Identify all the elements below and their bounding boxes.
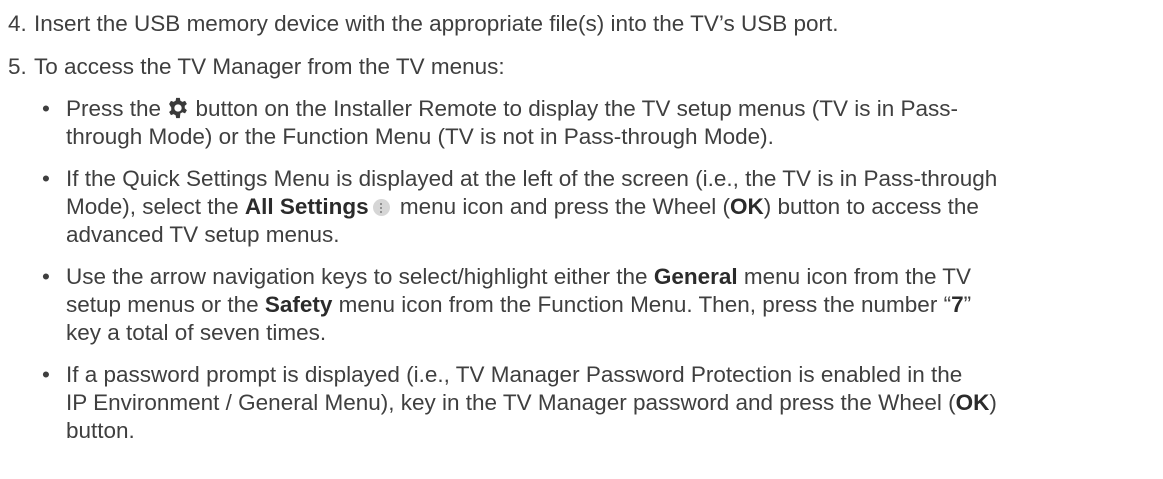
bullet-marker: • <box>42 166 50 191</box>
bullet-line: Mode), select the All Settings menu icon… <box>66 193 979 221</box>
ok-label: OK <box>955 390 990 415</box>
bullet-line: Use the arrow navigation keys to select/… <box>66 263 971 291</box>
bullet-marker: • <box>42 96 50 121</box>
step-text: To access the TV Manager from the TV men… <box>34 54 505 79</box>
step-number: 4. <box>8 11 27 36</box>
text-run: setup menus or the <box>66 292 265 317</box>
text-run: Mode), select the <box>66 194 245 219</box>
bullet-line: If a password prompt is displayed (i.e.,… <box>66 362 963 387</box>
bullet-marker: • <box>42 264 50 289</box>
step-text: Insert the USB memory device with the ap… <box>34 11 839 36</box>
bullet-line: key a total of seven times. <box>66 320 327 345</box>
text-run: menu icon from the TV <box>737 264 972 289</box>
bullet-line: IP Environment / General Menu), key in t… <box>66 389 997 417</box>
text-run: ) <box>989 390 997 415</box>
text-run: Use the arrow navigation keys to select/… <box>66 264 654 289</box>
text-run: Press the <box>66 96 168 121</box>
bullet-line: setup menus or the Safety menu icon from… <box>66 291 971 319</box>
safety-label: Safety <box>264 292 333 317</box>
all-settings-label: All Settings <box>244 194 369 219</box>
bullet-line: through Mode) or the Function Menu (TV i… <box>66 124 774 149</box>
number-seven: 7 <box>951 292 964 317</box>
text-run: ” <box>963 292 972 317</box>
text-run: ) button to access the <box>763 194 979 219</box>
bullet-marker: • <box>42 362 50 387</box>
bullet-line: Press the button on the Installer Remote… <box>66 95 958 123</box>
bullet-line: advanced TV setup menus. <box>66 222 340 247</box>
more-vertical-icon <box>372 199 390 216</box>
general-label: General <box>653 264 738 289</box>
bullet-line: If the Quick Settings Menu is displayed … <box>66 166 998 191</box>
gear-icon <box>169 97 188 119</box>
text-run: button on the Installer Remote to displa… <box>189 96 959 121</box>
bullet-line: button. <box>66 418 135 443</box>
ok-label: OK <box>730 194 764 219</box>
text-run: menu icon and press the Wheel ( <box>393 194 731 219</box>
text-run: IP Environment / General Menu), key in t… <box>66 390 956 415</box>
step-number: 5. <box>8 54 27 79</box>
text-run: menu icon from the Function Menu. Then, … <box>332 292 952 317</box>
